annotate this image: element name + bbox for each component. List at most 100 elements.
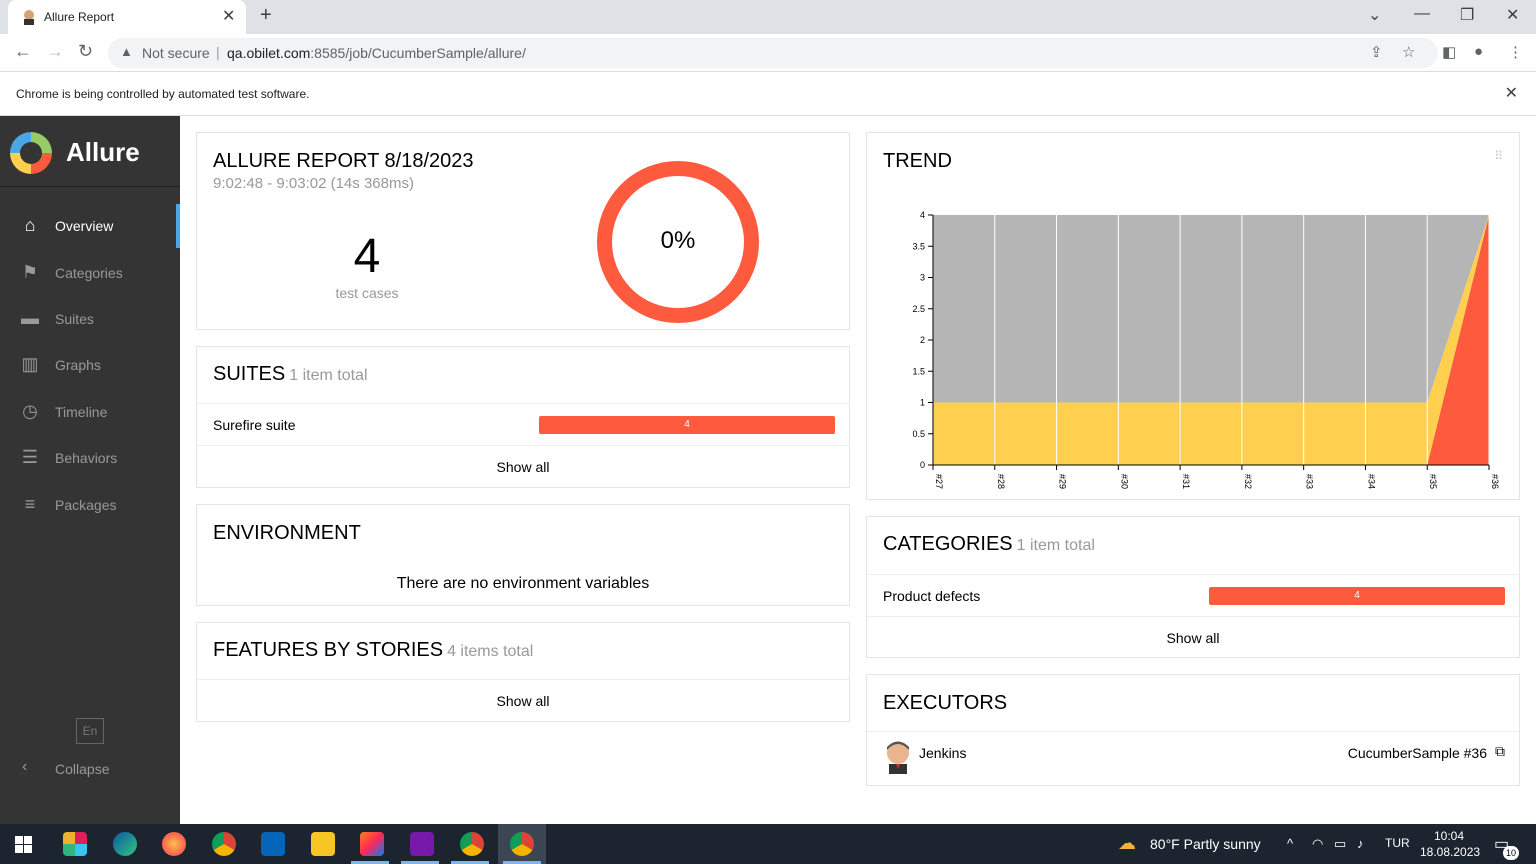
trend-x-tick-label: #27: [934, 474, 944, 489]
features-widget: FEATURES BY STORIES 4 items total Show al…: [196, 622, 850, 722]
chrome-profile-icon[interactable]: [212, 832, 236, 856]
battery-icon[interactable]: ▭: [1334, 836, 1346, 852]
sidebar-item-label: Behaviors: [55, 450, 118, 466]
trend-chart[interactable]: 0 0.5 1 1.5 2 2.5 3 3.5 4 #27 #28 #29 #30 #31 #32 #33 #3…: [867, 133, 1521, 501]
warning-icon[interactable]: ▲: [120, 44, 133, 59]
executor-name: Jenkins: [919, 745, 967, 761]
brand[interactable]: Allure: [0, 116, 180, 187]
executor-build-link[interactable]: CucumberSample #36: [1348, 745, 1487, 761]
input-language[interactable]: TUR: [1385, 836, 1410, 850]
features-show-all-link[interactable]: Show all: [197, 693, 849, 709]
intellij-icon[interactable]: [360, 832, 384, 856]
browser-toolbar: ← → ↻ ▲ Not secure | qa.obilet.com:8585/…: [0, 34, 1536, 72]
sidebar-item-graphs[interactable]: ▥ Graphs: [0, 343, 180, 387]
outlook-icon[interactable]: [261, 832, 285, 856]
allure-logo-icon: [10, 132, 52, 174]
category-status-bar[interactable]: 4: [1209, 587, 1505, 605]
back-icon[interactable]: ←: [14, 41, 32, 62]
side-panel-icon[interactable]: ◧: [1442, 43, 1456, 61]
forward-icon[interactable]: →: [46, 41, 64, 62]
briefcase-icon: ▬: [21, 308, 39, 328]
trend-y-tick-label: 0: [920, 460, 925, 470]
collapse-button[interactable]: Collapse: [55, 761, 109, 777]
suite-name: Surefire suite: [213, 417, 296, 433]
language-button[interactable]: En: [76, 718, 104, 744]
bookmark-star-icon[interactable]: ☆: [1402, 43, 1415, 61]
trend-y-tick-label: 2: [920, 335, 925, 345]
executor-row: Jenkins CucumberSample #36 ⧉: [867, 731, 1519, 785]
trend-y-tick-label: 3.5: [912, 241, 925, 251]
categories-show-all-link[interactable]: Show all: [867, 630, 1519, 646]
trend-x-tick-label: #32: [1243, 474, 1253, 489]
report-time: 9:02:48 - 9:03:02 (14s 368ms): [213, 175, 414, 192]
onenote-icon[interactable]: [410, 832, 434, 856]
system-clock[interactable]: 10:04 18.08.2023: [1420, 828, 1480, 860]
edge-icon[interactable]: [113, 832, 137, 856]
slack-icon[interactable]: [63, 832, 87, 856]
network-icon[interactable]: ◠: [1312, 836, 1323, 852]
firefox-icon[interactable]: [162, 832, 186, 856]
sidebar-item-timeline[interactable]: ◷ Timeline: [0, 390, 180, 434]
sidebar-item-categories[interactable]: ⚑ Categories: [0, 251, 180, 295]
sidebar-item-behaviors[interactable]: ☰ Behaviors: [0, 436, 180, 480]
flag-icon: ⚑: [21, 262, 39, 282]
categories-widget: CATEGORIES 1 item total Product defects 4…: [866, 516, 1520, 658]
volume-icon[interactable]: ♪: [1357, 836, 1364, 851]
chrome-icon[interactable]: [460, 832, 484, 856]
trend-y-tick-label: 4: [920, 210, 925, 220]
sidebar-item-overview[interactable]: ⌂ Overview: [0, 204, 180, 248]
bar-chart-icon: ▥: [21, 354, 39, 374]
trend-x-tick-label: #29: [1058, 474, 1068, 489]
minimize-icon[interactable]: —: [1414, 5, 1430, 23]
chevron-left-icon[interactable]: ‹: [22, 758, 27, 776]
trend-x-tick-label: #33: [1305, 474, 1315, 489]
window-close-icon[interactable]: ✕: [1506, 5, 1519, 25]
environment-widget: ENVIRONMENT There are no environment var…: [196, 504, 850, 606]
suites-widget: SUITES 1 item total Surefire suite 4 Show…: [196, 346, 850, 488]
new-tab-button[interactable]: +: [260, 4, 272, 27]
notification-count: 10: [1503, 846, 1519, 860]
restore-icon[interactable]: ❐: [1460, 5, 1474, 25]
brand-name: Allure: [66, 137, 140, 167]
show-hidden-icons-icon[interactable]: ^: [1287, 836, 1293, 851]
tab-close-icon[interactable]: ✕: [222, 6, 235, 26]
trend-y-tick-label: 3: [920, 273, 925, 283]
reload-icon[interactable]: ↻: [78, 41, 93, 62]
clock-icon: ◷: [22, 401, 38, 421]
test-case-label: test cases: [335, 285, 399, 301]
windows-start-icon[interactable]: [15, 836, 32, 853]
share-icon[interactable]: ⇪: [1370, 43, 1383, 61]
suites-show-all-link[interactable]: Show all: [197, 459, 849, 475]
address-bar[interactable]: ▲ Not secure | qa.obilet.com:8585/job/Cu…: [108, 38, 1438, 68]
security-label[interactable]: Not secure: [142, 45, 210, 61]
list-icon: ☰: [21, 447, 39, 467]
trend-y-tick-label: 1: [920, 398, 925, 408]
tab-search-icon[interactable]: ⌄: [1368, 5, 1381, 25]
sidebar-item-label: Overview: [55, 218, 114, 234]
trend-x-tick-label: #30: [1119, 474, 1129, 489]
profile-icon[interactable]: ●: [1474, 43, 1483, 60]
file-explorer-icon[interactable]: [311, 832, 335, 856]
chrome-active-icon[interactable]: [510, 832, 534, 856]
url-text[interactable]: qa.obilet.com:8585/job/CucumberSample/al…: [227, 45, 526, 61]
weather-text[interactable]: 80°F Partly sunny: [1150, 836, 1261, 852]
browser-tab[interactable]: Allure Report ✕: [8, 0, 246, 34]
sidebar-item-packages[interactable]: ≡ Packages: [0, 483, 180, 527]
external-link-icon[interactable]: ⧉: [1495, 743, 1505, 760]
suite-status-bar[interactable]: 4: [539, 416, 835, 434]
trend-x-tick-label: #28: [996, 474, 1006, 489]
trend-x-tick-label: #35: [1428, 474, 1438, 489]
trend-y-tick-label: 0.5: [912, 429, 925, 439]
infobar-close-icon[interactable]: ✕: [1505, 83, 1518, 103]
category-row[interactable]: Product defects 4: [867, 574, 1519, 616]
suites-title: SUITES 1 item total: [213, 363, 368, 385]
trend-x-tick-label: #36: [1490, 474, 1500, 489]
suite-row[interactable]: Surefire suite 4: [197, 403, 849, 445]
menu-icon[interactable]: ⋮: [1508, 43, 1523, 61]
trend-x-tick-label: #34: [1366, 474, 1376, 489]
weather-icon[interactable]: ☁: [1118, 833, 1136, 854]
environment-empty-message: There are no environment variables: [396, 575, 650, 592]
trend-area-unknown: [933, 215, 1489, 403]
sidebar-item-suites[interactable]: ▬ Suites: [0, 297, 180, 341]
test-case-count: 4: [353, 230, 381, 283]
